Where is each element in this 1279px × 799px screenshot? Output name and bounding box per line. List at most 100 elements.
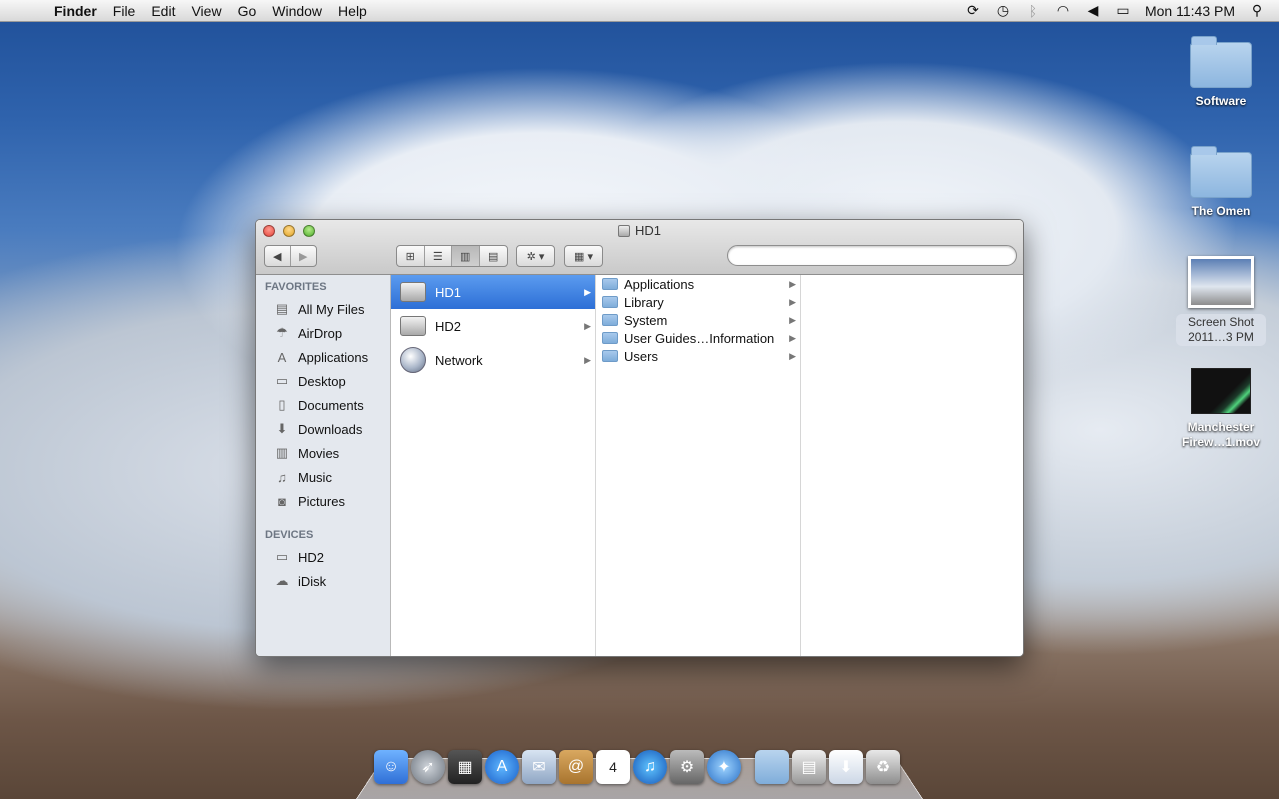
battery-icon[interactable]: ▭ [1115, 2, 1131, 19]
sidebar-item-idisk[interactable]: ☁ iDisk [256, 569, 390, 593]
applications-folder-icon[interactable] [755, 750, 789, 784]
app-menu[interactable]: Finder [44, 3, 105, 19]
hard-disk-icon [618, 225, 630, 237]
menu-view[interactable]: View [183, 3, 229, 19]
menubar-clock[interactable]: Mon 11:43 PM [1145, 3, 1235, 19]
dock-icons: ☺ ➶ ▦ A ✉ @ 4 ♫ ⚙ ✦ ▤ ⬇ ♻ [374, 750, 900, 784]
row-label: System [624, 313, 667, 328]
trash-icon[interactable]: ♻ [866, 750, 900, 784]
disclosure-arrow-icon: ▶ [789, 279, 796, 290]
movies-icon: ▥ [274, 445, 290, 461]
back-forward-buttons: ◀ ▶ [264, 245, 317, 267]
row-label: Network [435, 353, 483, 368]
column-row-system[interactable]: System ▶ [596, 311, 800, 329]
sidebar-item-desktop[interactable]: ▭ Desktop [256, 369, 390, 393]
menu-help[interactable]: Help [330, 3, 375, 19]
forward-button[interactable]: ▶ [291, 246, 316, 266]
mission-control-icon[interactable]: ▦ [448, 750, 482, 784]
view-mode-buttons: ⊞ ☰ ▥ ▤ [396, 245, 508, 267]
sidebar-item-music[interactable]: ♫ Music [256, 465, 390, 489]
window-toolbar: HD1 ◀ ▶ ⊞ ☰ ▥ ▤ ✲ ▾ ▦ ▾ ⚲ [256, 220, 1023, 275]
sync-icon[interactable]: ⟳ [965, 2, 981, 19]
list-view-button[interactable]: ☰ [425, 246, 453, 266]
menu-go[interactable]: Go [230, 3, 265, 19]
column-2: Applications ▶ Library ▶ System ▶ User G… [596, 275, 801, 656]
arrange-icon: ▦ ▾ [565, 246, 602, 266]
sidebar-item-hd2[interactable]: ▭ HD2 [256, 545, 390, 569]
back-button[interactable]: ◀ [265, 246, 291, 266]
menu-file[interactable]: File [105, 3, 144, 19]
sidebar-item-applications[interactable]: A Applications [256, 345, 390, 369]
disclosure-arrow-icon: ▶ [584, 355, 591, 366]
sidebar-item-pictures[interactable]: ◙ Pictures [256, 489, 390, 513]
folder-icon [1190, 42, 1252, 88]
icon-view-button[interactable]: ⊞ [397, 246, 425, 266]
documents-icon: ▯ [274, 397, 290, 413]
hard-disk-icon [399, 313, 427, 339]
ical-icon[interactable]: 4 [596, 750, 630, 784]
documents-stack-icon[interactable]: ▤ [792, 750, 826, 784]
mail-icon[interactable]: ✉ [522, 750, 556, 784]
row-label: Applications [624, 277, 694, 292]
volume-icon[interactable]: ◀ [1085, 2, 1101, 19]
column-row-users[interactable]: Users ▶ [596, 347, 800, 365]
action-menu-button[interactable]: ✲ ▾ [516, 245, 555, 267]
column-row-user-guides[interactable]: User Guides…Information ▶ [596, 329, 800, 347]
sidebar-item-documents[interactable]: ▯ Documents [256, 393, 390, 417]
launchpad-icon[interactable]: ➶ [411, 750, 445, 784]
disclosure-arrow-icon: ▶ [584, 321, 591, 332]
sidebar-item-label: Applications [298, 350, 368, 365]
column-1: HD1 ▶ HD2 ▶ Network ▶ [391, 275, 596, 656]
sidebar-item-label: All My Files [298, 302, 364, 317]
sidebar-item-airdrop[interactable]: ☂ AirDrop [256, 321, 390, 345]
favorites-heading: FAVORITES [256, 275, 390, 297]
column-row-hd1[interactable]: HD1 ▶ [391, 275, 595, 309]
desktop-folder-the-omen[interactable]: The Omen [1171, 152, 1271, 219]
column-row-network[interactable]: Network ▶ [391, 343, 595, 377]
time-machine-icon[interactable]: ◷ [995, 2, 1011, 19]
disclosure-arrow-icon: ▶ [789, 297, 796, 308]
app-store-icon[interactable]: A [485, 750, 519, 784]
menu-edit[interactable]: Edit [143, 3, 183, 19]
column-row-hd2[interactable]: HD2 ▶ [391, 309, 595, 343]
sidebar-item-label: Movies [298, 446, 339, 461]
sidebar-item-movies[interactable]: ▥ Movies [256, 441, 390, 465]
bluetooth-icon[interactable]: ᛒ [1025, 3, 1041, 19]
safari-icon[interactable]: ✦ [707, 750, 741, 784]
desktop-icon-label: Screen Shot 2011…3 PM [1176, 314, 1266, 346]
desktop-file-movie[interactable]: Manchester Firew…1.mov [1171, 368, 1271, 450]
search-input[interactable] [727, 245, 1017, 266]
column-view-button[interactable]: ▥ [452, 246, 480, 266]
sidebar-item-label: Downloads [298, 422, 362, 437]
sidebar-item-label: Documents [298, 398, 364, 413]
arrange-menu-button[interactable]: ▦ ▾ [564, 245, 603, 267]
sidebar-item-all-my-files[interactable]: ▤ All My Files [256, 297, 390, 321]
window-title: HD1 [256, 223, 1023, 238]
downloads-stack-icon[interactable]: ⬇ [829, 750, 863, 784]
menu-window[interactable]: Window [264, 3, 330, 19]
screenshot-thumbnail-icon [1188, 256, 1254, 308]
wifi-icon[interactable]: ◠ [1055, 2, 1071, 19]
music-icon: ♫ [274, 469, 290, 485]
gear-icon: ✲ ▾ [517, 246, 554, 266]
row-label: Library [624, 295, 664, 310]
finder-icon[interactable]: ☺ [374, 750, 408, 784]
itunes-icon[interactable]: ♫ [633, 750, 667, 784]
desktop-file-screenshot[interactable]: Screen Shot 2011…3 PM [1171, 256, 1271, 346]
system-preferences-icon[interactable]: ⚙ [670, 750, 704, 784]
movie-thumbnail-icon [1191, 368, 1251, 414]
disclosure-arrow-icon: ▶ [789, 315, 796, 326]
address-book-icon[interactable]: @ [559, 750, 593, 784]
desktop-folder-software[interactable]: Software [1171, 42, 1271, 109]
sidebar-item-downloads[interactable]: ⬇ Downloads [256, 417, 390, 441]
sidebar-item-label: iDisk [298, 574, 326, 589]
row-label: Users [624, 349, 658, 364]
spotlight-search-icon[interactable]: ⚲ [1249, 2, 1265, 19]
cover-flow-button[interactable]: ▤ [480, 246, 507, 266]
downloads-icon: ⬇ [274, 421, 290, 437]
sidebar-item-label: Music [298, 470, 332, 485]
row-label: HD2 [435, 319, 461, 334]
column-row-applications[interactable]: Applications ▶ [596, 275, 800, 293]
idisk-icon: ☁ [274, 573, 290, 589]
column-row-library[interactable]: Library ▶ [596, 293, 800, 311]
